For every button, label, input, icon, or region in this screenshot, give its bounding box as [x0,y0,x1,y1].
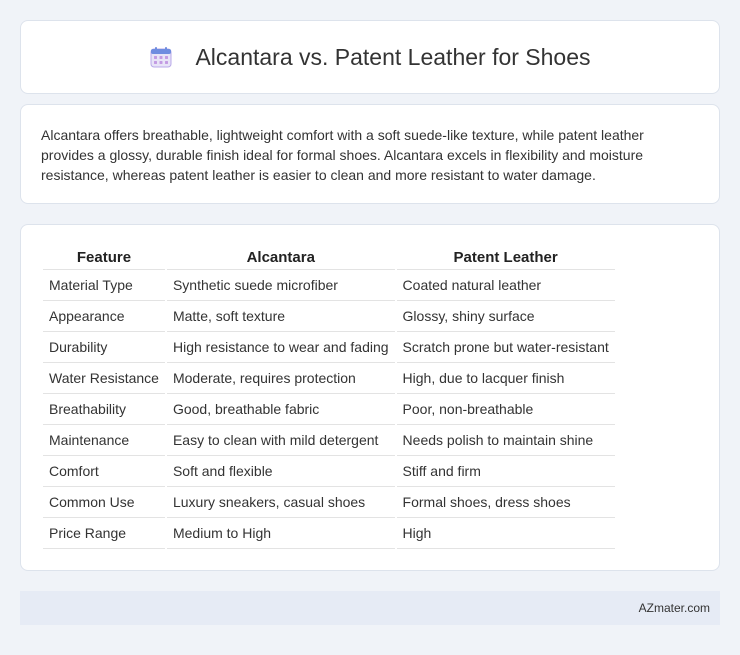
row-feature: Water Resistance [43,363,165,394]
row-feature: Breathability [43,394,165,425]
row-feature: Material Type [43,270,165,301]
footer: AZmater.com [20,591,720,625]
row-alcantara: Soft and flexible [167,456,395,487]
row-alcantara: Matte, soft texture [167,301,395,332]
row-feature: Maintenance [43,425,165,456]
row-alcantara: Easy to clean with mild detergent [167,425,395,456]
row-patent-leather: High [397,518,615,549]
header-patent-leather: Patent Leather [397,245,615,270]
table-row: Appearance Matte, soft texture Glossy, s… [43,301,615,332]
row-patent-leather: Scratch prone but water-resistant [397,332,615,363]
table-row: Material Type Synthetic suede microfiber… [43,270,615,301]
row-patent-leather: Poor, non-breathable [397,394,615,425]
table-card: Feature Alcantara Patent Leather Materia… [20,224,720,571]
row-alcantara: Medium to High [167,518,395,549]
row-patent-leather: Formal shoes, dress shoes [397,487,615,518]
row-patent-leather: Needs polish to maintain shine [397,425,615,456]
row-patent-leather: Stiff and firm [397,456,615,487]
row-alcantara: Luxury sneakers, casual shoes [167,487,395,518]
header-feature: Feature [43,245,165,270]
row-feature: Appearance [43,301,165,332]
row-feature: Durability [43,332,165,363]
header-alcantara: Alcantara [167,245,395,270]
page-title: Alcantara vs. Patent Leather for Shoes [195,44,590,71]
row-patent-leather: Glossy, shiny surface [397,301,615,332]
row-alcantara: Synthetic suede microfiber [167,270,395,301]
row-feature: Comfort [43,456,165,487]
calendar-icon [149,45,173,69]
row-alcantara: High resistance to wear and fading [167,332,395,363]
table-row: Water Resistance Moderate, requires prot… [43,363,615,394]
intro-text: Alcantara offers breathable, lightweight… [41,125,699,185]
title-card: Alcantara vs. Patent Leather for Shoes [20,20,720,94]
table-header-row: Feature Alcantara Patent Leather [43,245,615,270]
intro-card: Alcantara offers breathable, lightweight… [20,104,720,204]
table-row: Comfort Soft and flexible Stiff and firm [43,456,615,487]
table-row: Price Range Medium to High High [43,518,615,549]
table-row: Maintenance Easy to clean with mild dete… [43,425,615,456]
table-row: Breathability Good, breathable fabric Po… [43,394,615,425]
row-patent-leather: High, due to lacquer finish [397,363,615,394]
row-feature: Price Range [43,518,165,549]
row-alcantara: Good, breathable fabric [167,394,395,425]
row-alcantara: Moderate, requires protection [167,363,395,394]
footer-site-link[interactable]: AZmater.com [639,601,710,615]
comparison-table: Feature Alcantara Patent Leather Materia… [41,245,617,549]
row-patent-leather: Coated natural leather [397,270,615,301]
table-row: Common Use Luxury sneakers, casual shoes… [43,487,615,518]
table-row: Durability High resistance to wear and f… [43,332,615,363]
row-feature: Common Use [43,487,165,518]
